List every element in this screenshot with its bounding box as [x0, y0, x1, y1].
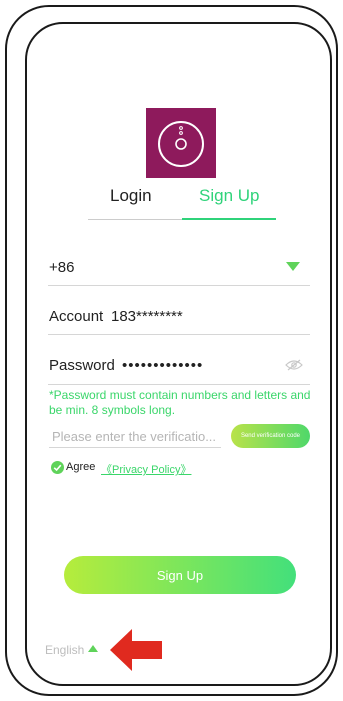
tab-login[interactable]: Login	[110, 186, 152, 206]
password-hint: *Password must contain numbers and lette…	[49, 388, 311, 417]
tab-divider	[88, 219, 182, 220]
tab-signup[interactable]: Sign Up	[199, 186, 259, 206]
language-arrow-icon[interactable]	[88, 645, 98, 652]
country-code-underline	[48, 285, 310, 286]
password-label: Password	[49, 357, 115, 374]
check-icon[interactable]	[51, 461, 64, 474]
active-tab-indicator	[182, 218, 276, 220]
send-verification-code-button[interactable]: Send verification code	[231, 424, 310, 448]
country-code-value[interactable]: +86	[49, 259, 74, 276]
robot-vacuum-logo-icon	[146, 108, 216, 178]
account-field[interactable]: 183********	[111, 308, 183, 325]
account-underline	[48, 334, 310, 335]
privacy-policy-link[interactable]: 《Privacy Policy》	[101, 461, 191, 477]
signup-button[interactable]: Sign Up	[64, 556, 296, 594]
dropdown-arrow-icon[interactable]	[286, 262, 300, 271]
password-field[interactable]: •••••••••••••	[122, 357, 203, 374]
account-label: Account	[49, 308, 104, 325]
language-selector[interactable]: English	[45, 643, 84, 657]
eye-hidden-icon[interactable]	[285, 358, 303, 371]
red-annotation-arrow-icon	[108, 626, 164, 674]
password-underline	[48, 384, 310, 385]
agree-label: Agree	[66, 461, 96, 473]
verification-code-input[interactable]	[49, 426, 221, 448]
